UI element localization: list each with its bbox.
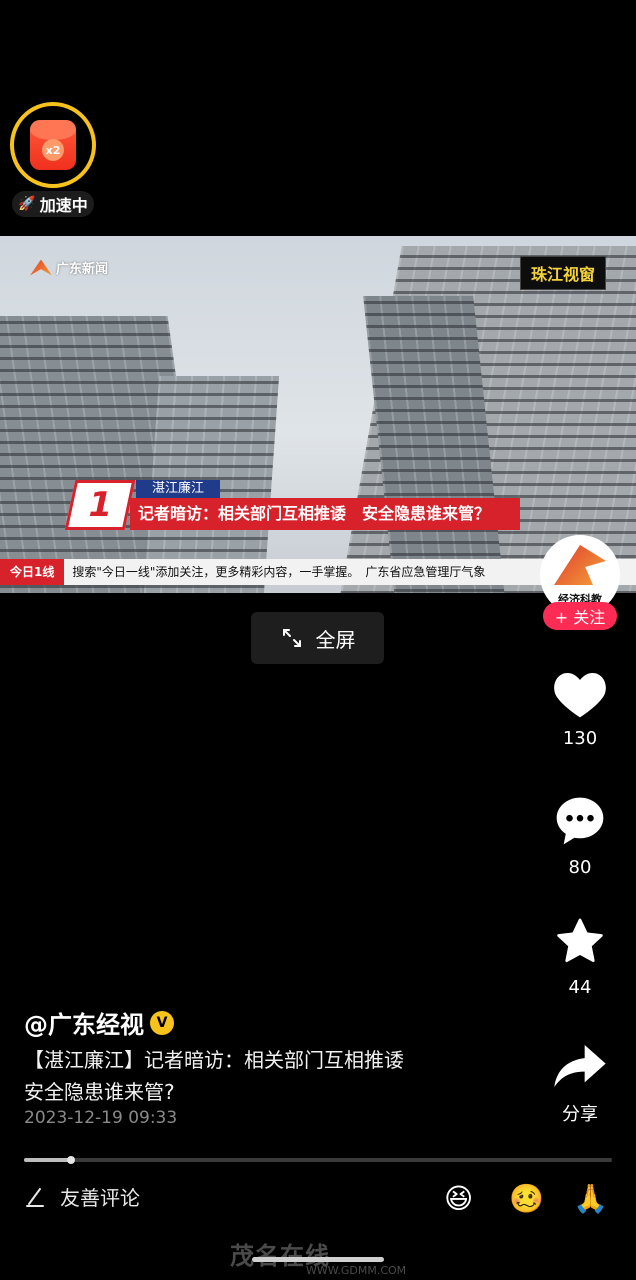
ticker-text: 搜索"今日一线"添加关注，更多精彩内容，一手掌握。 广东省应急管理厅气象 — [72, 565, 486, 579]
like-count: 130 — [562, 728, 598, 749]
channel-logo: 广东新闻 — [30, 258, 108, 277]
post-timestamp: 2023-12-19 09:33 — [24, 1108, 178, 1128]
verified-badge-icon: V — [150, 1010, 174, 1035]
channel-logo-icon — [30, 259, 52, 276]
comment-icon — [556, 797, 604, 845]
comment-input[interactable]: 友善评论 — [24, 1182, 140, 1211]
comment-count: 80 — [568, 857, 592, 878]
news-number: 1 — [64, 480, 136, 530]
emoji-pray-button[interactable]: 🙏 — [573, 1182, 608, 1215]
speed-status-label: 加速中 — [39, 196, 88, 215]
progress-fill — [24, 1158, 72, 1162]
like-button[interactable]: 130 — [550, 668, 610, 749]
red-packet-icon: x2 — [30, 120, 76, 170]
news-banner: 1 湛江廉江 记者暗访：相关部门互相推诿 安全隐患谁来管？ — [64, 480, 520, 530]
favorite-button[interactable]: 44 — [550, 915, 610, 998]
red-packet-multiplier: x2 — [42, 139, 64, 161]
star-icon — [557, 918, 603, 963]
red-packet-button[interactable]: x2 — [10, 102, 96, 188]
fullscreen-button[interactable]: 全屏 — [251, 612, 384, 664]
video-player[interactable]: 广东新闻 珠江视窗 1 湛江廉江 记者暗访：相关部门互相推诿 安全隐患谁来管？ … — [0, 236, 636, 593]
emoji-laugh-button[interactable]: 😆 — [444, 1182, 473, 1215]
speed-status-pill[interactable]: 🚀 加速中 — [12, 191, 94, 217]
post-description: 【湛江廉江】记者暗访：相关部门互相推诿 安全隐患谁来管? — [24, 1048, 404, 1104]
ticker-tag: 今日1线 — [0, 559, 65, 585]
brand-tag: 珠江视窗 — [519, 256, 606, 290]
site-watermark-url: WWW.GDMM.COM — [306, 1264, 407, 1277]
rocket-icon: 🚀 — [18, 196, 36, 212]
avatar-logo — [554, 545, 606, 585]
fullscreen-label: 全屏 — [315, 627, 356, 652]
heart-icon — [554, 673, 606, 718]
video-progress-bar[interactable] — [24, 1156, 612, 1164]
expand-icon — [282, 629, 301, 647]
share-label: 分享 — [562, 1104, 598, 1125]
pen-icon — [26, 1187, 44, 1207]
favorite-count: 44 — [568, 977, 592, 998]
share-button[interactable]: 分享 — [550, 1040, 610, 1126]
news-headline: 记者暗访：相关部门互相推诿 安全隐患谁来管？ — [130, 498, 520, 530]
emoji-dizzy-button[interactable]: 🥴 — [509, 1182, 544, 1215]
progress-knob[interactable] — [67, 1156, 76, 1164]
news-location: 湛江廉江 — [136, 480, 221, 498]
home-indicator[interactable] — [252, 1257, 384, 1262]
share-arrow-icon — [554, 1045, 606, 1087]
comment-placeholder: 友善评论 — [60, 1186, 140, 1210]
author-name[interactable]: @广东经视 V — [24, 1005, 174, 1040]
follow-button[interactable]: + 关注 — [543, 602, 617, 630]
comment-button[interactable]: 80 — [550, 793, 610, 878]
